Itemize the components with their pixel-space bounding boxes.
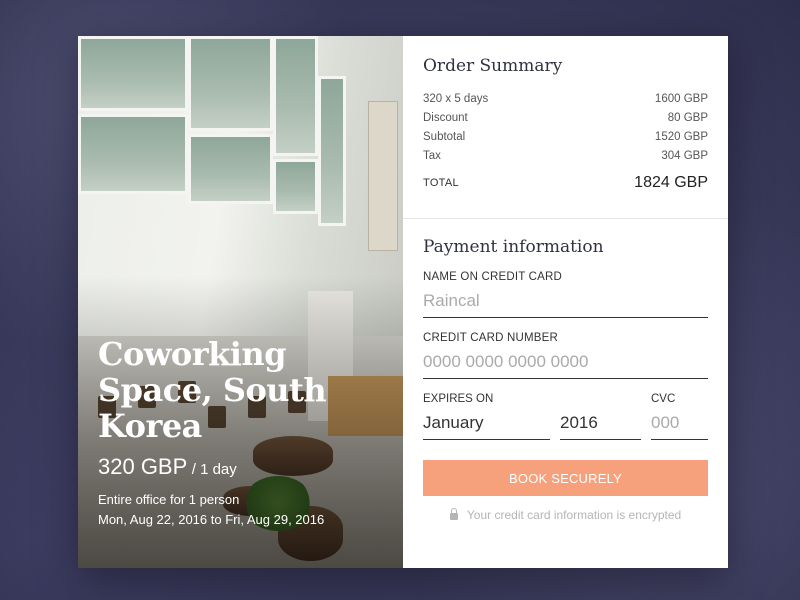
price-amount: 320 GBP (98, 454, 188, 479)
expiry-group: EXPIRES ON (423, 393, 651, 440)
cvc-group: CVC (651, 393, 708, 440)
summary-total: TOTAL 1824 GBP (423, 174, 708, 192)
summary-label: Subtotal (423, 131, 466, 143)
expires-label: EXPIRES ON (423, 393, 494, 405)
card-number-label: CREDIT CARD NUMBER (423, 332, 559, 344)
summary-label: 320 x 5 days (423, 93, 489, 105)
booking-card: Coworking Space, South Korea 320 GBP / 1… (78, 36, 728, 568)
booking-dates: Mon, Aug 22, 2016 to Fri, Aug 29, 2016 (98, 512, 325, 527)
summary-row: Subtotal 1520 GBP (423, 128, 708, 147)
cvc-input[interactable] (651, 405, 708, 440)
summary-row: Discount 80 GBP (423, 109, 708, 128)
name-on-card-input[interactable] (423, 283, 708, 318)
expiry-year-input[interactable] (560, 405, 641, 440)
booking-detail: Entire office for 1 person (98, 492, 240, 507)
summary-row: Tax 304 GBP (423, 147, 708, 166)
total-value: 1824 GBP (634, 174, 708, 191)
price-unit: / 1 day (191, 461, 237, 478)
expiry-month-input[interactable] (423, 405, 550, 440)
venue-title: Coworking Space, South Korea (98, 335, 327, 445)
payment-form: Payment information NAME ON CREDIT CARD … (403, 219, 728, 522)
book-securely-button[interactable]: BOOK SECURELY (423, 460, 708, 496)
summary-label: Tax (423, 150, 441, 162)
total-label: TOTAL (423, 177, 459, 189)
cvc-label: CVC (651, 393, 676, 405)
order-summary-title: Order Summary (423, 56, 563, 76)
checkout-panel: Order Summary 320 x 5 days 1600 GBP Disc… (403, 36, 728, 568)
summary-value: 80 GBP (667, 112, 708, 124)
expiry-cvc-row: EXPIRES ON CVC (423, 393, 708, 440)
name-on-card-label: NAME ON CREDIT CARD (423, 271, 563, 283)
payment-title: Payment information (423, 237, 604, 257)
summary-value: 1520 GBP (654, 131, 708, 143)
summary-value: 1600 GBP (654, 93, 708, 105)
venue-price: 320 GBP / 1 day (98, 454, 388, 480)
secure-note-text: Your credit card information is encrypte… (466, 508, 682, 522)
lock-icon (449, 508, 458, 520)
summary-value: 304 GBP (661, 150, 708, 162)
order-summary: Order Summary 320 x 5 days 1600 GBP Disc… (403, 36, 728, 219)
secure-note: Your credit card information is encrypte… (423, 508, 708, 522)
summary-rows: 320 x 5 days 1600 GBP Discount 80 GBP Su… (423, 90, 708, 166)
venue-photo: Coworking Space, South Korea 320 GBP / 1… (78, 36, 403, 568)
summary-label: Discount (423, 112, 468, 124)
summary-row: 320 x 5 days 1600 GBP (423, 90, 708, 109)
card-number-input[interactable] (423, 344, 708, 379)
venue-info: Coworking Space, South Korea 320 GBP / 1… (98, 336, 388, 530)
